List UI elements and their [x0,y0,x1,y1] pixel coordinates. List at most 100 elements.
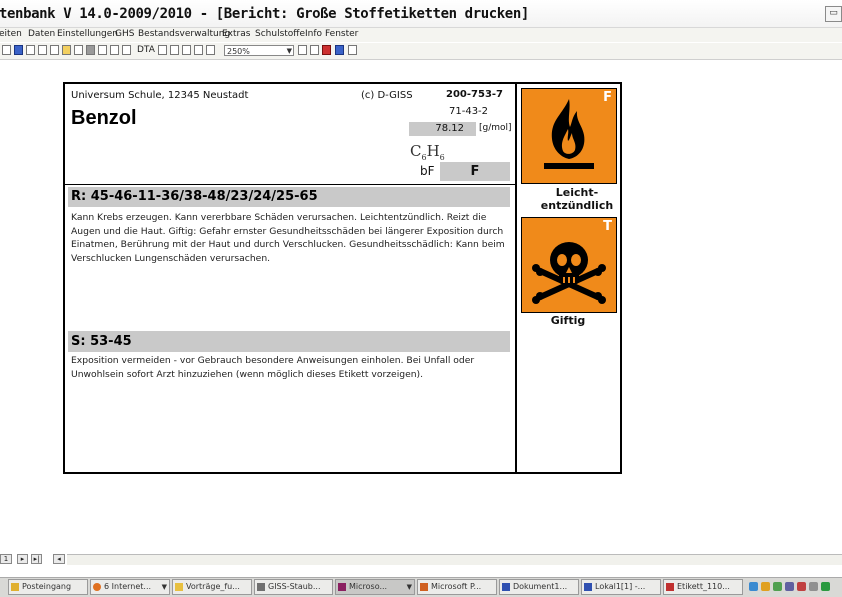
horizontal-scrollbar[interactable] [67,554,842,565]
flame-icon [544,99,594,169]
grid-icon[interactable] [26,45,35,55]
taskbar-item-label: Etikett_110... [677,582,730,591]
s-phrases-header: S: 53-45 [68,331,510,352]
restore-button[interactable]: ▭ [825,6,842,22]
menu-item-daten[interactable]: Daten [28,29,55,39]
clock-icon[interactable] [821,582,830,591]
flammable-letter: F [603,90,612,105]
language-icon[interactable] [785,582,794,591]
security-icon[interactable] [761,582,770,591]
export-icon[interactable] [110,45,119,55]
taskbar-item-label: Microso... [349,582,388,591]
scroll-left-icon[interactable]: ◂ [53,554,65,564]
title-bar: tenbank V 14.0-2009/2010 - [Bericht: Gro… [0,0,842,28]
save-icon[interactable] [14,45,23,55]
dta-button[interactable]: DTA [137,45,155,55]
binoculars-icon[interactable] [298,45,307,55]
taskbar-item[interactable]: Vorträge_fu... [172,579,252,595]
taskbar-item[interactable]: 6 Internet... ▼ [90,579,170,595]
toolbar: DTA 250% ▼ [0,43,842,60]
hazard-class-short: bF [420,164,435,178]
ec-number: 200-753-7 [446,89,504,100]
flammable-symbol: F [521,88,617,184]
s-phrases-text: Exposition vermeiden - vor Gebrauch beso… [71,355,475,380]
formula-h: H [426,142,440,160]
toxic-caption: Giftig [550,314,586,327]
taskbar-item[interactable]: Etikett_110... [663,579,743,595]
table-icon[interactable] [38,45,47,55]
taskbar-item-label: Vorträge_fu... [186,582,240,591]
copy-icon[interactable] [74,45,83,55]
word-doc-icon [584,583,592,591]
powerpoint-icon [420,583,428,591]
zoom-value: 250% [227,47,250,56]
window-title: tenbank V 14.0-2009/2010 - [Bericht: Gro… [0,6,529,22]
folder-icon[interactable] [62,45,71,55]
menu-item-fenster[interactable]: Fenster [325,29,358,39]
taskbar-item-label: Dokument1... [513,582,568,591]
word-icon[interactable] [335,45,344,55]
flammable-caption: Leicht- entzündlich [522,186,632,212]
update-icon[interactable] [773,582,782,591]
chevron-down-icon: ▼ [406,583,412,591]
toxic-letter: T [603,219,612,234]
page-number-field[interactable]: 1 [0,554,12,564]
outlook-icon [11,583,19,591]
folder-icon [175,583,183,591]
menu-item-einstellungen[interactable]: Einstellungen [57,29,118,39]
flammable-caption-line1: Leicht- [555,186,599,199]
menu-item-bestandsverwaltung[interactable]: Bestandsverwaltung [138,29,230,39]
pdf-doc-icon [666,583,674,591]
window-icon[interactable] [348,45,357,55]
mail-icon[interactable] [182,45,191,55]
menu-item-dateien[interactable]: eiten [0,29,22,39]
page-icon[interactable] [158,45,167,55]
taskbar-item[interactable]: Microsoft P... [417,579,497,595]
menu-item-info[interactable]: Info [305,29,322,39]
network-icon[interactable] [749,582,758,591]
flammable-caption-line2: entzündlich [540,199,614,212]
firefox-icon [93,583,101,591]
taskbar-item-active[interactable]: Microso... ▼ [335,579,415,595]
r-phrases-header: R: 45-46-11-36/38-48/23/24/25-65 [68,187,510,207]
r-phrases-text: Kann Krebs erzeugen. Kann vererbbare Sch… [71,212,505,264]
preview-icon[interactable] [98,45,107,55]
zoom-icon[interactable] [194,45,203,55]
menu-item-extras[interactable]: Extras [222,29,250,39]
cas-number: 71-43-2 [449,106,489,117]
print-icon[interactable] [86,45,95,55]
app-icon [257,583,265,591]
volume-icon[interactable] [809,582,818,591]
taskbar-item-label: Posteingang [22,582,72,591]
last-page-icon[interactable]: ▸| [31,554,42,564]
system-tray [745,579,842,595]
word-doc-icon [502,583,510,591]
menu-item-ghs[interactable]: GHS [115,29,134,39]
formula-c: C [410,142,422,160]
hazard-class-code: F [440,162,510,181]
taskbar-item-label: Lokal1[1] -... [595,582,646,591]
taskbar-item[interactable]: Dokument1... [499,579,579,595]
form-icon[interactable] [50,45,59,55]
antivirus-icon[interactable] [797,582,806,591]
report-icon[interactable] [122,45,131,55]
menu-bar: eiten Daten Einstellungen GHS Bestandsve… [0,28,842,42]
taskbar-item[interactable]: GISS-Staub... [254,579,333,595]
next-page-icon[interactable]: ▸ [17,554,28,564]
new-icon[interactable] [2,45,11,55]
pages-icon[interactable] [170,45,179,55]
taskbar-item-label: GISS-Staub... [268,582,321,591]
single-page-icon[interactable] [206,45,215,55]
molar-mass-unit: [g/mol] [479,123,512,133]
chevron-down-icon: ▼ [161,583,167,591]
taskbar-item[interactable]: Lokal1[1] -... [581,579,661,595]
menu-item-schulstoffe[interactable]: Schulstoffe [255,29,305,39]
toxic-symbol: T [521,217,617,313]
pdf-icon[interactable] [322,45,331,55]
label-divider [515,82,517,474]
zoom-select[interactable]: 250% ▼ [224,45,294,56]
molecular-formula: C6H6 [410,142,445,162]
close-preview-icon[interactable] [310,45,319,55]
substance-name: Benzol [71,107,137,129]
taskbar-item[interactable]: Posteingang [8,579,88,595]
